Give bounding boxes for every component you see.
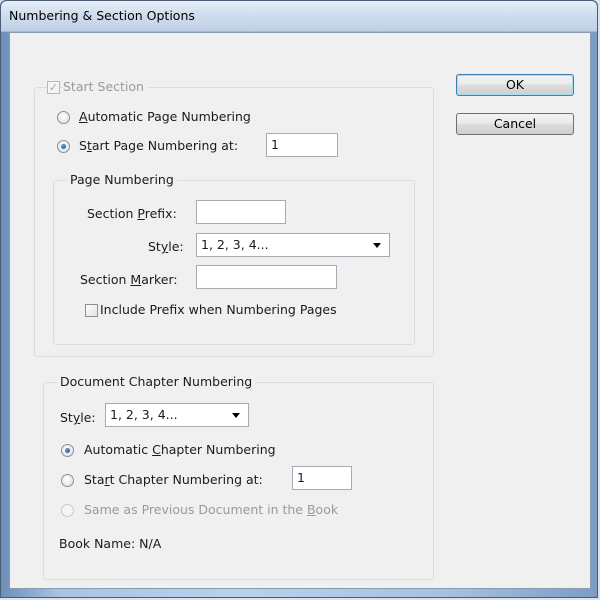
automatic-chapter-numbering-label: Automatic Chapter Numbering	[84, 442, 276, 457]
automatic-page-numbering-radio[interactable]	[57, 111, 70, 124]
start-chapter-numbering-radio[interactable]	[61, 474, 74, 487]
start-section-label: Start Section	[63, 79, 148, 94]
start-section-checkbox[interactable]: ✓	[47, 81, 60, 94]
section-marker-label: Section Marker:	[80, 272, 178, 287]
start-chapter-number-input[interactable]: 1	[292, 466, 352, 490]
include-prefix-checkbox[interactable]	[85, 304, 98, 317]
page-style-label: Style:	[148, 239, 184, 254]
page-style-dropdown[interactable]: 1, 2, 3, 4...	[196, 233, 390, 257]
chevron-down-icon	[373, 243, 381, 248]
chapter-style-value: 1, 2, 3, 4...	[110, 407, 178, 422]
same-as-previous-radio[interactable]	[61, 504, 74, 517]
book-name-text: Book Name: N/A	[59, 536, 162, 551]
chevron-down-icon	[232, 413, 240, 418]
automatic-chapter-numbering-radio[interactable]	[61, 444, 74, 457]
section-prefix-label: Section Prefix:	[87, 206, 177, 221]
chapter-style-dropdown[interactable]: 1, 2, 3, 4...	[105, 403, 249, 427]
section-marker-input[interactable]	[196, 265, 337, 289]
title-bar[interactable]: Numbering & Section Options	[1, 1, 597, 32]
chapter-numbering-legend: Document Chapter Numbering	[57, 374, 256, 389]
automatic-page-numbering-label: Automatic Page Numbering	[79, 109, 251, 124]
chapter-style-label: Style:	[60, 410, 96, 425]
dialog-window: Numbering & Section Options ✓ Start Sect…	[0, 0, 598, 598]
dialog-body: ✓ Start Section Automatic Page Numbering…	[9, 32, 591, 589]
start-page-numbering-label: Start Page Numbering at:	[79, 138, 239, 153]
start-page-numbering-radio[interactable]	[57, 140, 70, 153]
include-prefix-label: Include Prefix when Numbering Pages	[100, 302, 337, 317]
cancel-button[interactable]: Cancel	[456, 113, 574, 135]
page-style-value: 1, 2, 3, 4...	[201, 237, 269, 252]
same-as-previous-label: Same as Previous Document in the Book	[84, 502, 339, 517]
start-chapter-numbering-label: Start Chapter Numbering at:	[84, 472, 263, 487]
ok-button[interactable]: OK	[456, 74, 574, 96]
dialog-title: Numbering & Section Options	[9, 8, 195, 23]
page-numbering-legend: Page Numbering	[67, 172, 177, 187]
start-page-number-input[interactable]: 1	[266, 133, 338, 157]
section-prefix-input[interactable]	[196, 200, 286, 224]
